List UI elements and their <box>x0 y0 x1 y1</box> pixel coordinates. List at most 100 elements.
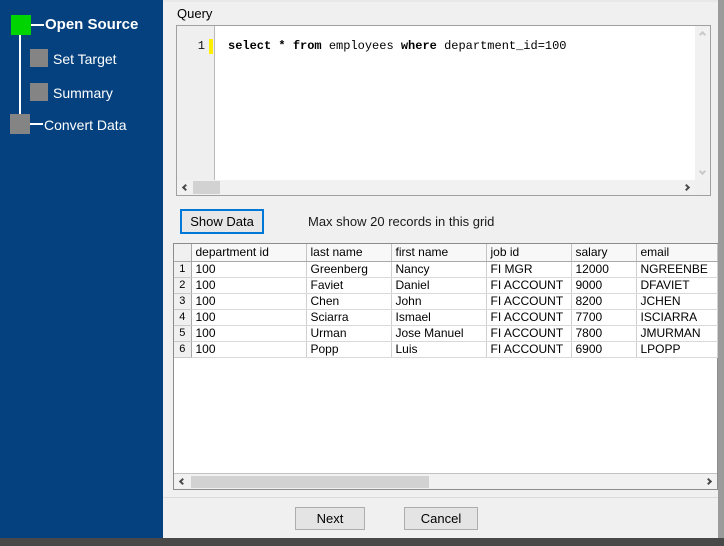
window-top-edge <box>163 0 718 2</box>
scroll-right-icon[interactable] <box>702 474 717 489</box>
column-header-email: email <box>636 244 718 262</box>
data-grid-table: department id last name first name job id sa… <box>174 244 718 358</box>
show-data-button[interactable]: Show Data <box>180 209 264 234</box>
tree-connector <box>19 35 21 116</box>
table-row[interactable]: 2 100 Faviet Daniel FI ACCOUNT 9000 DFAVIET <box>174 277 718 294</box>
grid-horizontal-scrollbar[interactable] <box>174 473 717 489</box>
grid-cell[interactable]: DFAVIET <box>636 277 718 294</box>
grid-cell[interactable]: 8200 <box>571 293 637 310</box>
row-number[interactable]: 2 <box>174 277 192 294</box>
sql-token: * <box>278 39 293 53</box>
grid-cell[interactable]: Luis <box>391 341 487 358</box>
table-row[interactable]: 6 100 Popp Luis FI ACCOUNT 6900 LPOPP <box>174 341 718 358</box>
scroll-left-icon[interactable] <box>177 180 192 195</box>
column-header-job-id: job id <box>486 244 572 262</box>
grid-cell[interactable]: 100 <box>191 325 307 342</box>
grid-cell[interactable]: Daniel <box>391 277 487 294</box>
grid-cell[interactable]: FI MGR <box>486 261 572 278</box>
grid-cell[interactable]: FI ACCOUNT <box>486 341 572 358</box>
sql-token: employees <box>328 39 401 53</box>
grid-cell[interactable]: ISCIARRA <box>636 309 718 326</box>
result-grid: department id last name first name job id sa… <box>173 243 718 490</box>
table-row[interactable]: 3 100 Chen John FI ACCOUNT 8200 JCHEN <box>174 293 718 310</box>
row-number[interactable]: 3 <box>174 293 192 310</box>
step-indicator-set-target[interactable] <box>30 49 48 67</box>
sidebar-step-set-target[interactable]: Set Target <box>53 51 117 67</box>
line-number-gutter: 1 <box>177 26 215 180</box>
grid-cell[interactable]: 100 <box>191 341 307 358</box>
column-header-first-name: first name <box>391 244 487 262</box>
grid-cell[interactable]: Popp <box>306 341 392 358</box>
grid-cell[interactable]: FI ACCOUNT <box>486 293 572 310</box>
step-indicator-summary[interactable] <box>30 83 48 101</box>
step-indicator-convert-data[interactable] <box>10 114 30 134</box>
sql-code[interactable]: select * from employees where department… <box>228 39 692 53</box>
grid-cell[interactable]: LPOPP <box>636 341 718 358</box>
scroll-up-icon[interactable] <box>695 26 710 41</box>
cancel-button[interactable]: Cancel <box>404 507 478 530</box>
grid-cell[interactable]: 9000 <box>571 277 637 294</box>
main-panel: Query 1 select * from employees where de… <box>163 0 718 538</box>
sql-token: from <box>292 39 329 53</box>
row-number[interactable]: 4 <box>174 309 192 326</box>
grid-cell[interactable]: FI ACCOUNT <box>486 277 572 294</box>
grid-body: 1 100 Greenberg Nancy FI MGR 12000 NGREENBE 2 10… <box>174 261 718 358</box>
grid-cell[interactable]: Nancy <box>391 261 487 278</box>
column-header-salary: salary <box>571 244 637 262</box>
wizard-sidebar: Open Source Set Target Summary Convert D… <box>0 0 163 538</box>
sql-editor[interactable]: 1 select * from employees where departme… <box>176 25 711 196</box>
grid-cell[interactable]: JMURMAN <box>636 325 718 342</box>
next-button[interactable]: Next <box>295 507 365 530</box>
grid-cell[interactable]: 7800 <box>571 325 637 342</box>
scrollbar-thumb[interactable] <box>193 181 220 194</box>
scrollbar-thumb[interactable] <box>191 476 429 488</box>
editor-vertical-scrollbar[interactable] <box>695 26 710 180</box>
grid-header-row: department id last name first name job id sa… <box>174 244 718 262</box>
editor-horizontal-scrollbar[interactable] <box>177 180 695 195</box>
grid-cell[interactable]: Ismael <box>391 309 487 326</box>
step-indicator-open-source[interactable] <box>11 15 31 35</box>
grid-cell[interactable]: 100 <box>191 309 307 326</box>
scroll-left-icon[interactable] <box>174 474 189 489</box>
line-number: 1 <box>197 39 205 53</box>
tree-connector <box>31 24 44 26</box>
scroll-right-icon[interactable] <box>680 180 695 195</box>
grid-cell[interactable]: 100 <box>191 277 307 294</box>
grid-cell[interactable]: 100 <box>191 293 307 310</box>
scrollbar-corner <box>695 180 710 195</box>
sidebar-step-convert-data[interactable]: Convert Data <box>44 117 126 133</box>
grid-cell[interactable]: Faviet <box>306 277 392 294</box>
grid-cell[interactable]: Chen <box>306 293 392 310</box>
grid-cell[interactable]: 12000 <box>571 261 637 278</box>
table-row[interactable]: 1 100 Greenberg Nancy FI MGR 12000 NGREENBE <box>174 261 718 278</box>
row-number[interactable]: 1 <box>174 261 192 278</box>
grid-cell[interactable]: JCHEN <box>636 293 718 310</box>
grid-cell[interactable]: FI ACCOUNT <box>486 325 572 342</box>
grid-cell[interactable]: Sciarra <box>306 309 392 326</box>
grid-cell[interactable]: Urman <box>306 325 392 342</box>
sql-token: department_id=100 <box>444 39 567 53</box>
grid-cell[interactable]: FI ACCOUNT <box>486 309 572 326</box>
column-header-department-id: department id <box>191 244 307 262</box>
window-right-edge <box>718 0 724 546</box>
grid-cell[interactable]: 100 <box>191 261 307 278</box>
row-number[interactable]: 5 <box>174 325 192 342</box>
grid-cell[interactable]: Greenberg <box>306 261 392 278</box>
row-number[interactable]: 6 <box>174 341 192 358</box>
table-row[interactable]: 4 100 Sciarra Ismael FI ACCOUNT 7700 ISCIARRA <box>174 309 718 326</box>
sql-token: select <box>228 39 279 53</box>
grid-cell[interactable]: Jose Manuel <box>391 325 487 342</box>
modified-line-marker <box>209 39 213 54</box>
grid-cell[interactable]: NGREENBE <box>636 261 718 278</box>
table-row[interactable]: 5 100 Urman Jose Manuel FI ACCOUNT 7800 JMURMA… <box>174 325 718 342</box>
grid-cell[interactable]: John <box>391 293 487 310</box>
scroll-down-icon[interactable] <box>695 165 710 180</box>
grid-cell[interactable]: 6900 <box>571 341 637 358</box>
window-bottom-edge <box>0 538 724 546</box>
sql-token: where <box>400 39 445 53</box>
grid-cell[interactable]: 7700 <box>571 309 637 326</box>
sidebar-step-summary[interactable]: Summary <box>53 85 113 101</box>
sidebar-step-open-source[interactable]: Open Source <box>45 16 138 33</box>
column-header-last-name: last name <box>306 244 392 262</box>
tree-connector <box>30 123 43 125</box>
